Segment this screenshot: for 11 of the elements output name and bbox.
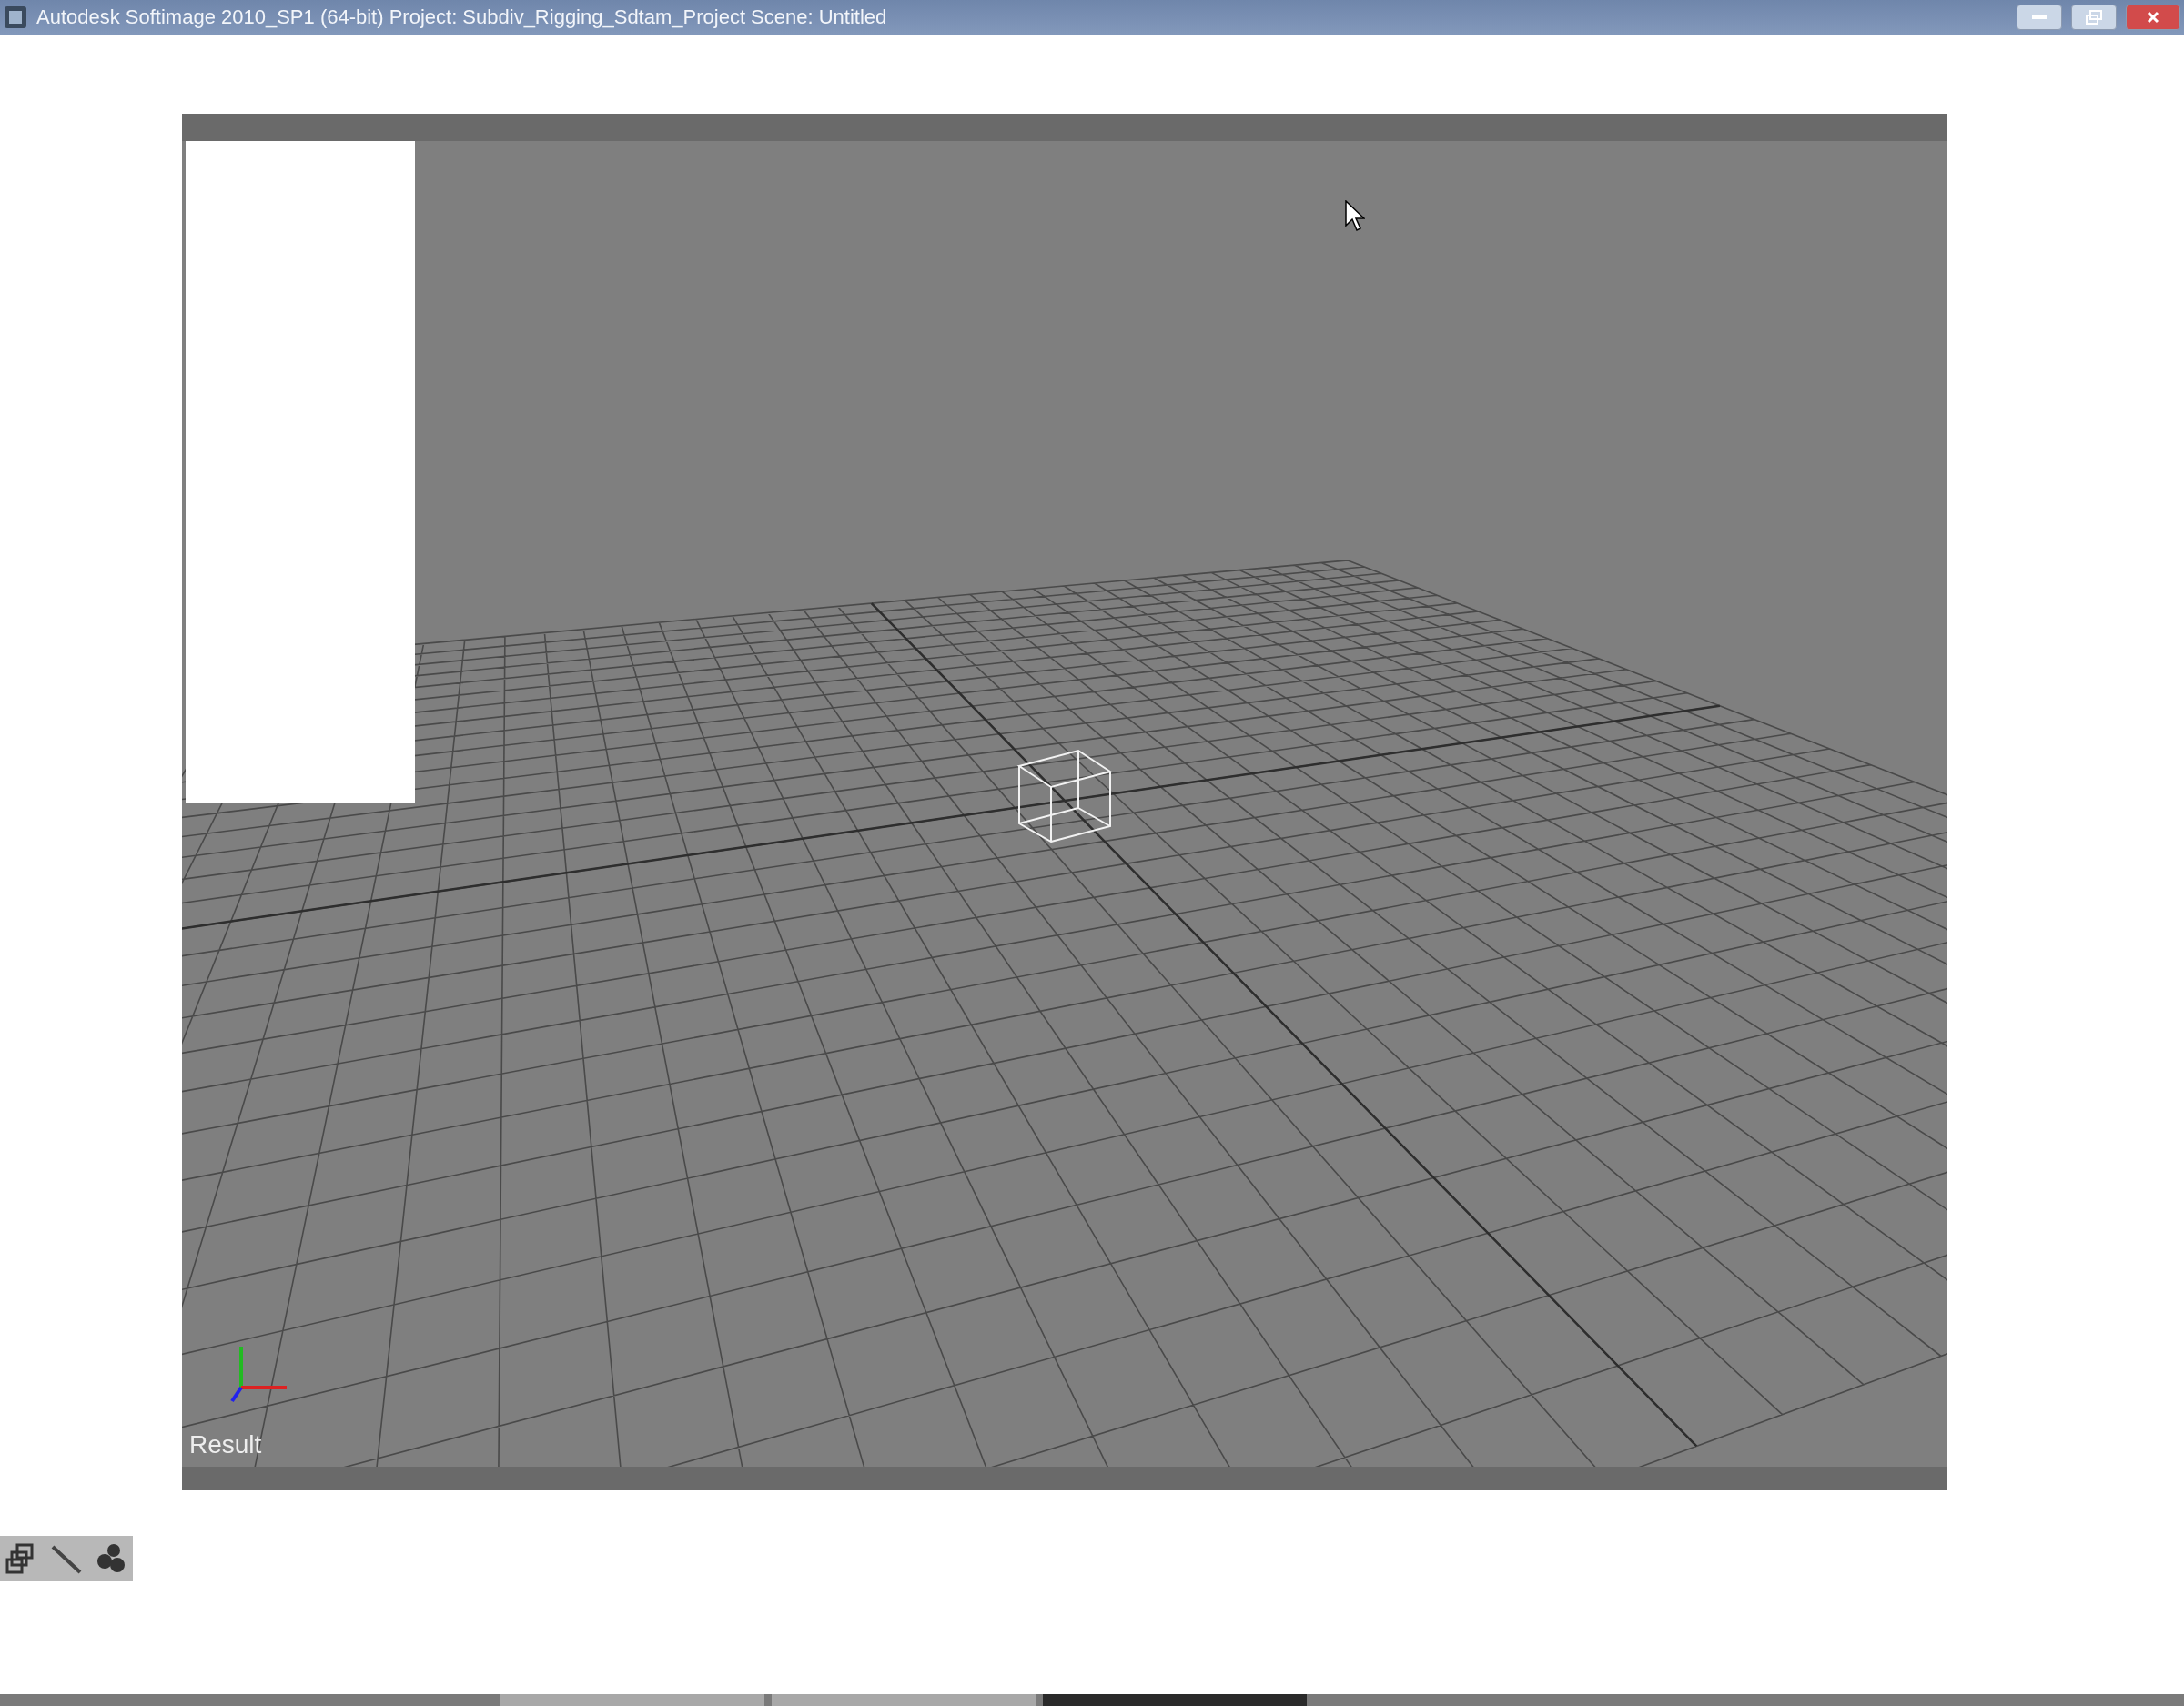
close-button[interactable] — [2126, 5, 2180, 30]
viewport-label: Result — [189, 1430, 262, 1459]
minimize-icon — [2032, 15, 2047, 19]
minimize-button[interactable] — [2017, 5, 2062, 30]
restore-icon — [2086, 10, 2102, 25]
app-icon — [4, 5, 27, 29]
restore-button[interactable] — [2071, 5, 2117, 30]
window-title: Autodesk Softimage 2010_SP1 (64-bit) Project: Subdiv_Rigging_Sdtam_Project Scene: Untitled — [36, 5, 888, 29]
cursor-icon — [1345, 200, 1365, 231]
close-icon — [2147, 11, 2159, 24]
3d-viewport[interactable]: Result — [182, 114, 1947, 1490]
